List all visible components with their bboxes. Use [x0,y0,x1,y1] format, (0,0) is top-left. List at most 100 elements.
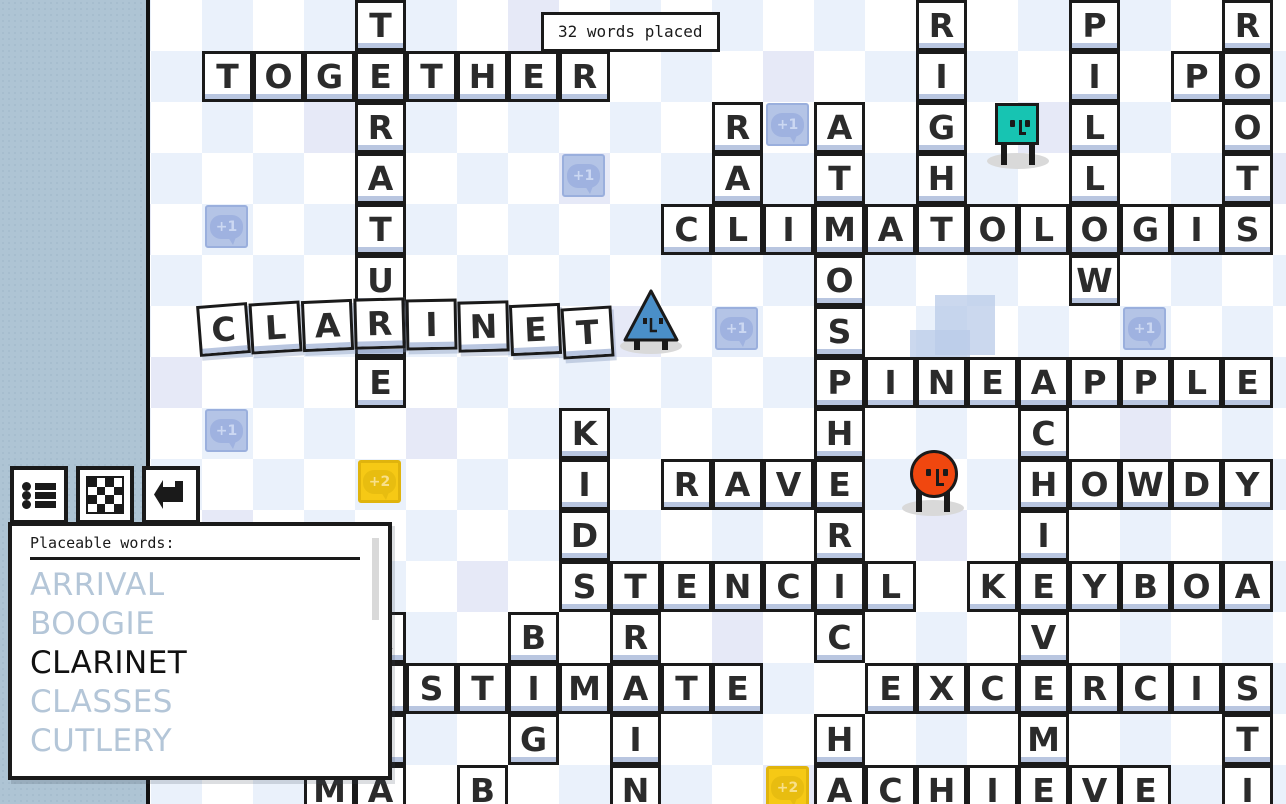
board-cell[interactable] [610,51,661,102]
board-cell[interactable] [763,357,814,408]
word-list-item[interactable]: ARRIVAL [30,566,388,605]
board-cell[interactable] [661,51,712,102]
board-cell[interactable] [1273,663,1286,714]
word-list-button[interactable] [10,466,68,524]
board-cell[interactable] [1273,510,1286,561]
board-cell[interactable] [1171,255,1222,306]
board-cell[interactable] [763,51,814,102]
board-cell[interactable] [1120,714,1171,765]
board-cell[interactable] [151,255,202,306]
board-cell[interactable] [1069,510,1120,561]
board-cell[interactable] [1171,612,1222,663]
board-cell[interactable] [1120,153,1171,204]
board-cell[interactable] [1120,510,1171,561]
board-cell[interactable] [1273,408,1286,459]
board-cell[interactable] [1222,255,1273,306]
board-cell[interactable] [1171,306,1222,357]
board-cell[interactable] [151,204,202,255]
dragged-letter-tile[interactable]: E [508,302,563,357]
board-cell[interactable] [661,510,712,561]
board-cell[interactable] [151,51,202,102]
board-cell[interactable] [406,102,457,153]
word-list-item[interactable]: BOOGIE [30,605,388,644]
board-cell[interactable] [304,204,355,255]
board-cell[interactable] [763,153,814,204]
board-cell[interactable] [508,102,559,153]
word-list-scrollbar-thumb[interactable] [372,538,379,620]
bonus-tile-plus2[interactable]: +2 [766,766,809,804]
board-cell[interactable] [559,204,610,255]
board-cell[interactable] [814,51,865,102]
board-cell[interactable] [1273,204,1286,255]
board-cell[interactable] [202,102,253,153]
board-cell[interactable] [457,0,508,51]
board-cell[interactable] [865,408,916,459]
dragged-letter-tile[interactable]: R [353,297,406,350]
board-cell[interactable] [253,204,304,255]
board-cell[interactable] [457,510,508,561]
board-cell[interactable] [1018,0,1069,51]
board-cell[interactable] [712,765,763,804]
board-cell[interactable] [763,0,814,51]
board-cell[interactable] [1069,408,1120,459]
board-cell[interactable] [355,408,406,459]
board-cell[interactable] [610,459,661,510]
board-cell[interactable] [610,510,661,561]
board-cell[interactable] [406,204,457,255]
board-cell[interactable] [508,153,559,204]
board-cell[interactable] [457,459,508,510]
board-view-button[interactable] [76,466,134,524]
board-cell[interactable] [610,153,661,204]
board-cell[interactable] [1222,408,1273,459]
board-cell[interactable] [967,612,1018,663]
board-cell[interactable] [1222,510,1273,561]
dragged-letter-tile[interactable]: N [457,300,510,353]
board-cell[interactable] [559,255,610,306]
board-cell[interactable] [151,408,202,459]
board-cell[interactable] [406,357,457,408]
board-cell[interactable] [1120,408,1171,459]
word-list[interactable]: ARRIVAL BOOGIE CLARINET CLASSES CUTLERY [12,560,388,761]
board-cell[interactable] [712,714,763,765]
board-cell[interactable] [253,357,304,408]
board-cell[interactable] [202,357,253,408]
dragged-letter-tile[interactable]: A [300,298,355,353]
board-cell[interactable] [814,663,865,714]
board-cell[interactable] [916,612,967,663]
board-cell[interactable] [304,102,355,153]
board-cell[interactable] [712,255,763,306]
board-cell[interactable] [763,255,814,306]
board-cell[interactable] [1069,612,1120,663]
board-cell[interactable] [610,102,661,153]
board-cell[interactable] [1069,306,1120,357]
board-cell[interactable] [763,306,814,357]
board-cell[interactable] [661,102,712,153]
board-cell[interactable] [967,51,1018,102]
board-cell[interactable] [1273,51,1286,102]
board-cell[interactable] [1273,306,1286,357]
bonus-tile-plus1[interactable]: +1 [205,205,248,248]
board-cell[interactable] [559,612,610,663]
board-cell[interactable] [1273,255,1286,306]
board-cell[interactable] [865,306,916,357]
board-cell[interactable] [1273,612,1286,663]
board-cell[interactable] [457,357,508,408]
board-cell[interactable] [304,153,355,204]
board-cell[interactable] [916,714,967,765]
board-cell[interactable] [151,357,202,408]
board-cell[interactable] [1273,561,1286,612]
board-cell[interactable] [661,765,712,804]
board-cell[interactable] [253,102,304,153]
board-cell[interactable] [1273,765,1286,804]
board-cell[interactable] [1222,306,1273,357]
board-cell[interactable] [1171,0,1222,51]
board-cell[interactable] [304,408,355,459]
board-cell[interactable] [406,612,457,663]
board-cell[interactable] [661,153,712,204]
board-cell[interactable] [253,459,304,510]
board-cell[interactable] [508,408,559,459]
board-cell[interactable] [712,357,763,408]
board-cell[interactable] [457,714,508,765]
board-cell[interactable] [661,612,712,663]
board-cell[interactable] [661,714,712,765]
